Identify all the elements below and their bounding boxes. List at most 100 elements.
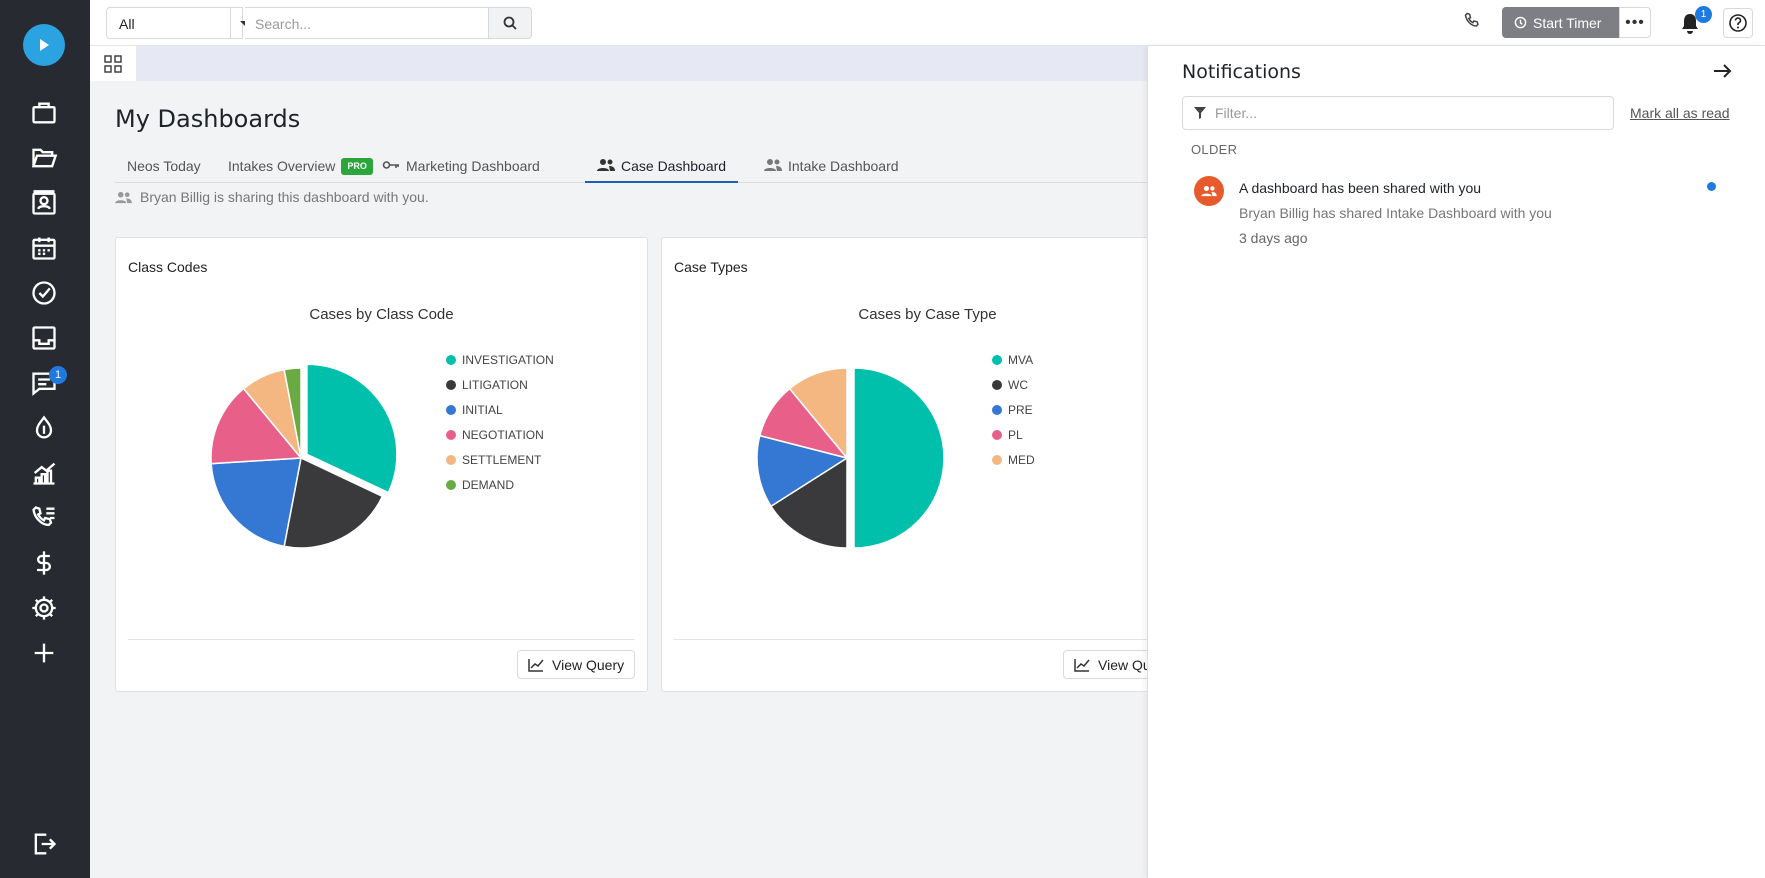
start-timer-button[interactable]: Start Timer xyxy=(1502,7,1619,38)
notification-title[interactable]: A dashboard has been shared with you xyxy=(1239,180,1481,196)
top-bar: All Search... Start Timer ••• 1 xyxy=(90,0,1765,46)
tab-intake-dashboard[interactable]: Intake Dashboard xyxy=(764,149,899,183)
help-icon[interactable] xyxy=(1723,8,1753,38)
sidebar: 1 xyxy=(0,0,90,878)
tab-label: Case Dashboard xyxy=(621,158,727,174)
view-query-button[interactable]: View Query xyxy=(517,650,636,679)
legend-label: MED xyxy=(1008,452,1035,467)
shared-users-icon xyxy=(115,191,132,203)
key-icon xyxy=(382,161,399,169)
folder-open-icon[interactable] xyxy=(27,141,61,175)
grid-view-icon[interactable] xyxy=(90,46,136,81)
billing-dollar-icon[interactable] xyxy=(27,546,61,580)
filter-placeholder: Filter... xyxy=(1215,105,1258,121)
call-list-icon[interactable] xyxy=(27,501,61,535)
class-codes-card: Class Codes Cases by Class Code INVESTIG… xyxy=(115,237,648,692)
close-panel-arrow-icon[interactable] xyxy=(1711,60,1737,86)
share-note: Bryan Billig is sharing this dashboard w… xyxy=(115,189,429,205)
shared-users-icon xyxy=(1194,176,1224,206)
legend-swatch xyxy=(446,454,456,465)
intake-drop-icon[interactable] xyxy=(27,411,61,445)
legend-swatch xyxy=(992,379,1002,390)
search-button[interactable] xyxy=(488,7,532,39)
card-divider xyxy=(128,639,635,640)
card-divider xyxy=(674,639,1181,640)
filter-funnel-icon xyxy=(1194,107,1206,119)
legend-item-demand[interactable]: DEMAND xyxy=(446,472,554,497)
reports-chart-icon[interactable] xyxy=(27,456,61,490)
legend-swatch xyxy=(446,479,456,490)
tab-label: Intakes Overview xyxy=(228,158,336,174)
legend-swatch xyxy=(446,354,456,365)
phone-icon[interactable] xyxy=(1463,11,1487,35)
legend-label: MVA xyxy=(1008,352,1034,367)
view-query-label: View Query xyxy=(552,656,625,673)
add-plus-icon[interactable] xyxy=(27,636,61,670)
legend-item-wc[interactable]: WC xyxy=(992,372,1035,397)
legend-item-initial[interactable]: INITIAL xyxy=(446,397,554,422)
legend-item-mva[interactable]: MVA xyxy=(992,347,1035,372)
legend-label: INVESTIGATION xyxy=(462,352,554,367)
legend-swatch xyxy=(992,454,1002,465)
legend-item-pl[interactable]: PL xyxy=(992,422,1035,447)
shared-users-icon xyxy=(597,159,615,171)
briefcase-icon[interactable] xyxy=(27,96,61,130)
legend-item-litigation[interactable]: LITIGATION xyxy=(446,372,554,397)
notification-body: Bryan Billig has shared Intake Dashboard… xyxy=(1239,205,1552,221)
legend-item-med[interactable]: MED xyxy=(992,447,1035,472)
pro-badge: PRO xyxy=(341,158,373,175)
pie-slice-mva[interactable] xyxy=(853,367,945,549)
tab-label: Marketing Dashboard xyxy=(406,158,540,174)
chart-query-icon xyxy=(1074,658,1090,672)
legend-item-investigation[interactable]: INVESTIGATION xyxy=(446,347,554,372)
chart-title: Cases by Class Code xyxy=(309,306,454,323)
main-content: My Dashboards Neos Today Intakes Overvie… xyxy=(90,81,1194,878)
inbox-icon[interactable] xyxy=(27,321,61,355)
case-types-card: Case Types Cases by Case Type MVA WC PRE PL… xyxy=(661,237,1194,692)
page-title: My Dashboards xyxy=(115,105,301,133)
settings-gear-icon[interactable] xyxy=(27,591,61,625)
contact-card-icon[interactable] xyxy=(27,186,61,220)
search-icon xyxy=(503,16,517,30)
dashboard-tabs: Neos Today Intakes Overview PRO Marketin… xyxy=(115,149,1147,183)
tab-marketing-dashboard[interactable]: Marketing Dashboard xyxy=(382,149,540,183)
tab-label: Neos Today xyxy=(127,158,201,174)
legend-label: DEMAND xyxy=(462,477,515,492)
legend-label: PRE xyxy=(1008,402,1033,417)
share-note-text: Bryan Billig is sharing this dashboard w… xyxy=(140,189,429,205)
legend-item-pre[interactable]: PRE xyxy=(992,397,1035,422)
logout-icon[interactable] xyxy=(27,827,61,861)
start-timer-label: Start Timer xyxy=(1533,14,1602,31)
messages-badge: 1 xyxy=(49,366,67,384)
tab-intakes-overview[interactable]: Intakes Overview PRO xyxy=(228,149,373,183)
timer-more-button[interactable]: ••• xyxy=(1619,7,1651,38)
mark-all-read-link[interactable]: Mark all as read xyxy=(1630,105,1730,121)
dashboard-toolbar-strip xyxy=(90,46,1147,81)
unread-indicator[interactable] xyxy=(1707,182,1716,191)
chart-title: Cases by Case Type xyxy=(858,306,997,323)
legend-swatch xyxy=(446,429,456,440)
tab-label: Intake Dashboard xyxy=(788,158,899,174)
legend-label: WC xyxy=(1008,377,1028,392)
legend-swatch xyxy=(446,404,456,415)
clock-icon xyxy=(1514,16,1527,29)
case-type-legend: MVA WC PRE PL MED xyxy=(992,347,1035,472)
search-scope-select[interactable]: All xyxy=(106,7,250,39)
legend-swatch xyxy=(992,354,1002,365)
legend-item-settlement[interactable]: SETTLEMENT xyxy=(446,447,554,472)
class-code-pie-chart xyxy=(210,363,398,549)
legend-swatch xyxy=(992,429,1002,440)
notifications-title: Notifications xyxy=(1182,61,1301,83)
tab-neos-today[interactable]: Neos Today xyxy=(127,149,201,183)
tab-case-dashboard[interactable]: Case Dashboard xyxy=(585,149,739,183)
notification-time: 3 days ago xyxy=(1239,230,1308,246)
legend-item-negotiation[interactable]: NEGOTIATION xyxy=(446,422,554,447)
notifications-filter-input[interactable]: Filter... xyxy=(1182,96,1614,130)
task-check-icon[interactable] xyxy=(27,276,61,310)
legend-swatch xyxy=(992,404,1002,415)
calendar-icon[interactable] xyxy=(27,231,61,265)
search-input[interactable]: Search... xyxy=(245,7,489,39)
notifications-panel: Notifications Filter... Mark all as read… xyxy=(1147,46,1765,878)
notifications-badge: 1 xyxy=(1695,6,1712,23)
app-logo-play-icon[interactable] xyxy=(23,24,65,66)
